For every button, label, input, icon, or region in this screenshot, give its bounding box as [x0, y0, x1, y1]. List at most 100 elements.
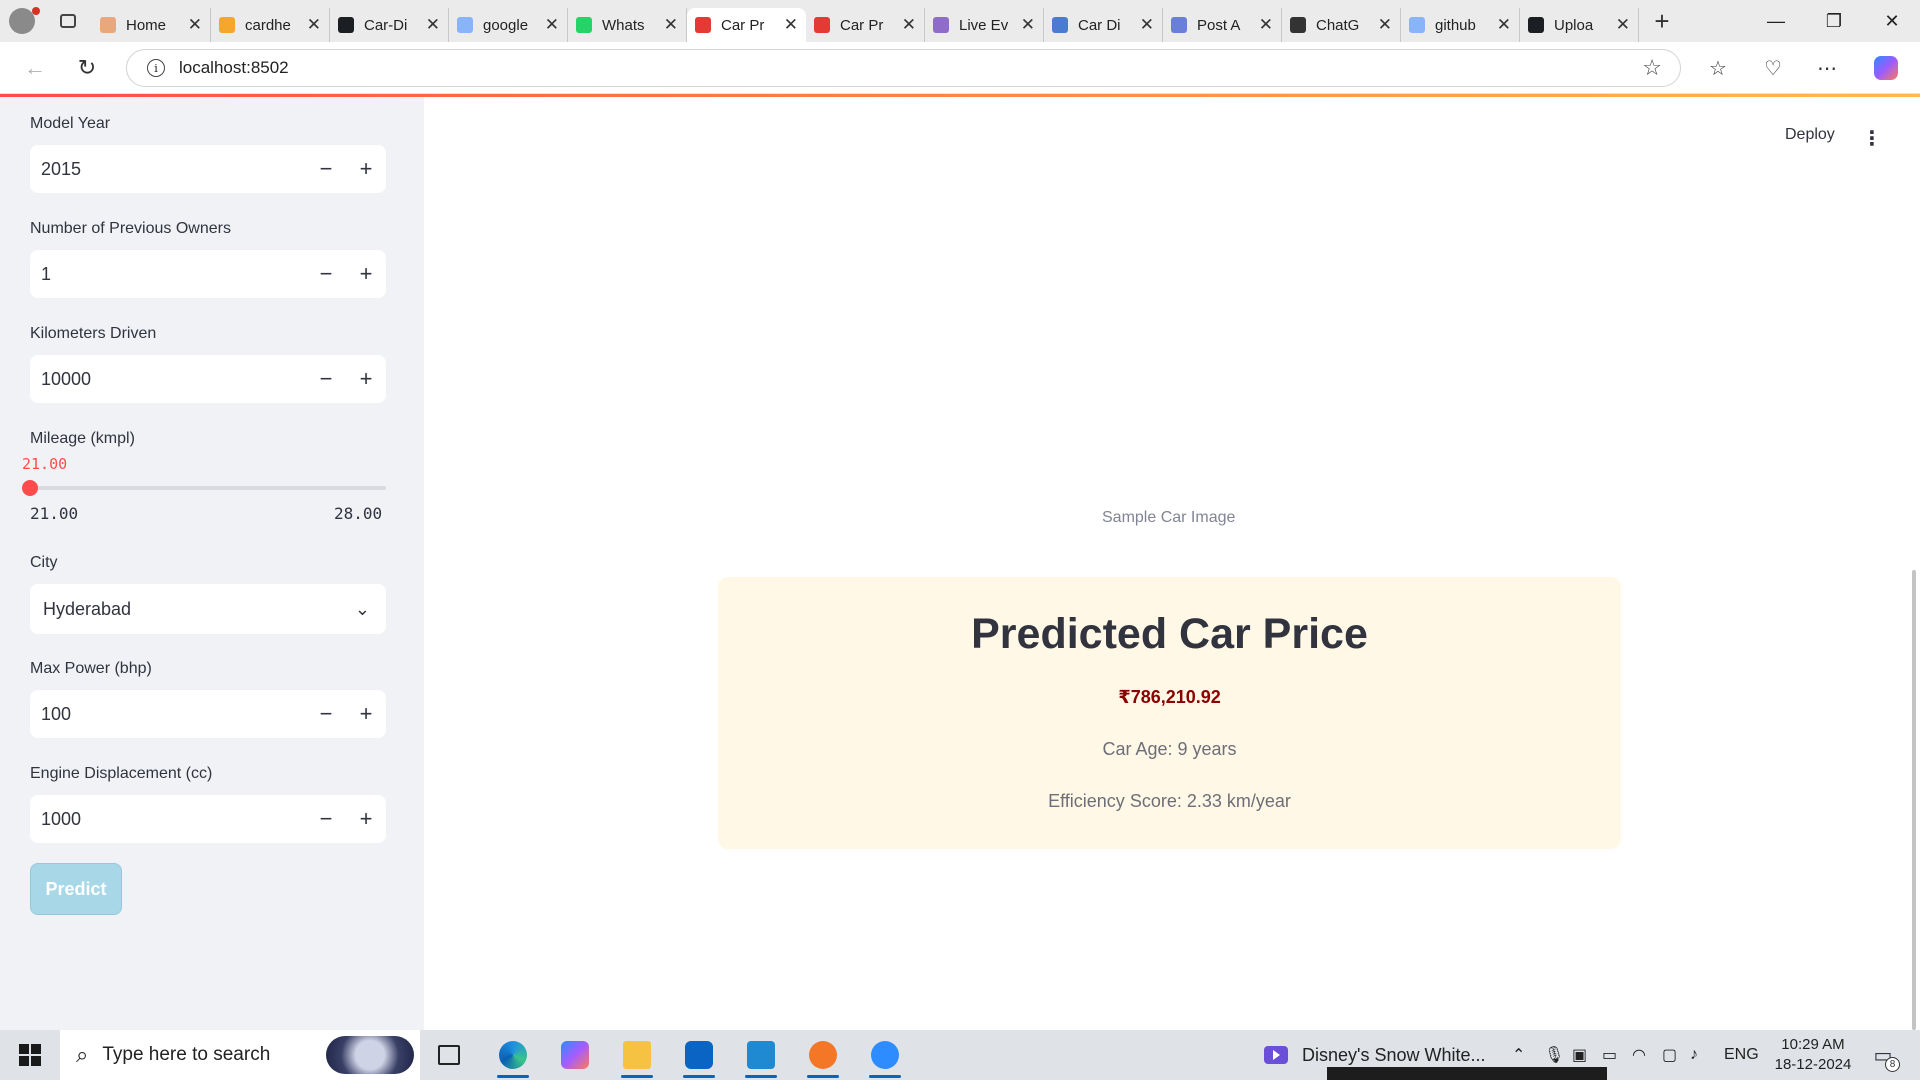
deploy-button[interactable]: Deploy: [1785, 126, 1835, 144]
zoom-app-button[interactable]: [860, 1030, 910, 1080]
file-explorer-button[interactable]: [612, 1030, 662, 1080]
jupyter-app-button[interactable]: [798, 1030, 848, 1080]
favorite-star-icon[interactable]: ☆: [1642, 55, 1662, 81]
decrement-button[interactable]: −: [306, 795, 346, 843]
engine-input[interactable]: 1000 − +: [30, 795, 386, 843]
profile-avatar[interactable]: [0, 0, 44, 42]
close-tab-icon[interactable]: ✕: [545, 15, 559, 35]
km-label: Kilometers Driven: [30, 325, 157, 342]
close-tab-icon[interactable]: ✕: [188, 15, 202, 35]
browser-tab[interactable]: Post A ✕: [1163, 8, 1282, 42]
restore-button[interactable]: ❐: [1806, 0, 1862, 42]
tab-title: google: [483, 16, 529, 34]
close-tab-icon[interactable]: ✕: [1021, 15, 1035, 35]
site-info-icon[interactable]: i: [147, 59, 165, 77]
browser-tab[interactable]: cardhe ✕: [211, 8, 330, 42]
network-icon[interactable]: ◠: [1632, 1030, 1646, 1080]
tab-list: Home ✕ cardhe ✕ Car-Di ✕ google ✕ Whats ✕ Car Pr ✕ C…: [92, 0, 1639, 42]
url-bar[interactable]: i localhost:8502 ☆: [126, 49, 1681, 87]
close-window-button[interactable]: ✕: [1864, 0, 1920, 42]
new-tab-button[interactable]: +: [1639, 0, 1685, 42]
minimize-button[interactable]: —: [1748, 0, 1804, 42]
browser-tab-strip: Home ✕ cardhe ✕ Car-Di ✕ google ✕ Whats ✕ Car Pr ✕ C…: [0, 0, 1920, 42]
outlook-app-button[interactable]: [674, 1030, 724, 1080]
app-menu-icon[interactable]: ⋮: [1862, 126, 1882, 151]
volume-icon[interactable]: ♪: [1690, 1030, 1698, 1080]
close-tab-icon[interactable]: ✕: [426, 15, 440, 35]
start-button[interactable]: [0, 1030, 60, 1080]
favorites-icon[interactable]: ☆: [1702, 52, 1734, 84]
browser-tab[interactable]: Car-Di ✕: [330, 8, 449, 42]
browser-tab[interactable]: Live Ev ✕: [925, 8, 1044, 42]
taskbar-search-box[interactable]: ⌕ Type here to search: [60, 1030, 420, 1080]
close-tab-icon[interactable]: ✕: [1616, 15, 1630, 35]
main-content: [424, 97, 1920, 1030]
decrement-button[interactable]: −: [306, 355, 346, 403]
language-indicator[interactable]: ENG: [1724, 1030, 1759, 1080]
more-menu-icon[interactable]: ⋯: [1811, 52, 1843, 84]
browser-tab[interactable]: Car Pr ✕: [687, 8, 806, 42]
increment-button[interactable]: +: [346, 355, 386, 403]
close-tab-icon[interactable]: ✕: [1497, 15, 1511, 35]
km-input[interactable]: 10000 − +: [30, 355, 386, 403]
avatar-icon: [9, 8, 35, 34]
task-view-button[interactable]: [424, 1030, 474, 1080]
vscode-app-button[interactable]: [736, 1030, 786, 1080]
city-select[interactable]: Hyderabad ⌄: [30, 584, 386, 634]
browser-tab[interactable]: google ✕: [449, 8, 568, 42]
increment-button[interactable]: +: [346, 795, 386, 843]
clock[interactable]: 10:29 AM 18-12-2024: [1768, 1035, 1858, 1075]
predict-button[interactable]: Predict: [30, 863, 122, 915]
model-year-value[interactable]: 2015: [30, 159, 306, 180]
copilot-app-button[interactable]: [550, 1030, 600, 1080]
close-tab-icon[interactable]: ✕: [1378, 15, 1392, 35]
close-tab-icon[interactable]: ✕: [307, 15, 321, 35]
decrement-button[interactable]: −: [306, 250, 346, 298]
mileage-slider-thumb[interactable]: [22, 480, 38, 496]
km-value[interactable]: 10000: [30, 369, 306, 390]
city-selected-value: Hyderabad: [43, 598, 132, 619]
notification-center-button[interactable]: ▭ 8: [1868, 1040, 1900, 1072]
close-tab-icon[interactable]: ✕: [1259, 15, 1273, 35]
reload-button[interactable]: ↻: [66, 47, 108, 89]
power-value[interactable]: 100: [30, 704, 306, 725]
browser-tab[interactable]: Car Pr ✕: [806, 8, 925, 42]
close-tab-icon[interactable]: ✕: [902, 15, 916, 35]
power-input[interactable]: 100 − +: [30, 690, 386, 738]
tab-title: Car Pr: [840, 16, 884, 34]
clock-date: 18-12-2024: [1774, 1056, 1852, 1073]
zm-icon: [1171, 17, 1187, 33]
close-tab-icon[interactable]: ✕: [664, 15, 678, 35]
copilot-icon[interactable]: [1870, 52, 1902, 84]
browser-tab[interactable]: ChatG ✕: [1282, 8, 1401, 42]
browser-tab[interactable]: Home ✕: [92, 8, 211, 42]
owners-input[interactable]: 1 − +: [30, 250, 386, 298]
increment-button[interactable]: +: [346, 250, 386, 298]
browser-essentials-icon[interactable]: ♡: [1757, 52, 1789, 84]
search-icon: [1409, 17, 1425, 33]
browser-tab[interactable]: Uploa ✕: [1520, 8, 1639, 42]
tab-actions-button[interactable]: [44, 0, 92, 42]
predicted-price: ₹786,210.92: [1118, 687, 1221, 707]
display-icon[interactable]: ▢: [1662, 1030, 1677, 1080]
engine-value[interactable]: 1000: [30, 809, 306, 830]
owners-label: Number of Previous Owners: [30, 220, 231, 237]
decrement-button[interactable]: −: [306, 145, 346, 193]
owners-value[interactable]: 1: [30, 264, 306, 285]
close-tab-icon[interactable]: ✕: [784, 15, 798, 35]
main-scrollbar[interactable]: [1912, 570, 1916, 1030]
browser-tab[interactable]: Car Di ✕: [1044, 8, 1163, 42]
decrement-button[interactable]: −: [306, 690, 346, 738]
media-title: Disney's Snow White...: [1302, 1044, 1486, 1065]
model-year-input[interactable]: 2015 − +: [30, 145, 386, 193]
edge-app-button[interactable]: [488, 1030, 538, 1080]
close-tab-icon[interactable]: ✕: [1140, 15, 1154, 35]
increment-button[interactable]: +: [346, 690, 386, 738]
browser-tab[interactable]: github ✕: [1401, 8, 1520, 42]
mileage-slider-track[interactable]: [22, 480, 386, 496]
media-play-icon: [1264, 1046, 1288, 1064]
increment-button[interactable]: +: [346, 145, 386, 193]
zoom-icon: [871, 1041, 899, 1069]
back-button[interactable]: ←: [14, 47, 56, 89]
browser-tab[interactable]: Whats ✕: [568, 8, 687, 42]
